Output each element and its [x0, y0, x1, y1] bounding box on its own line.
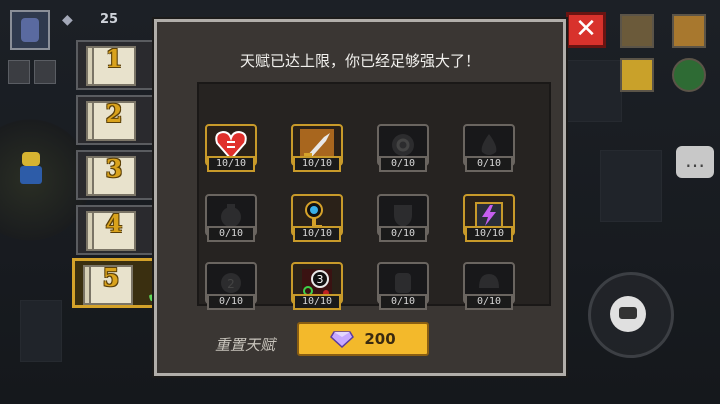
- chest-icon[interactable]: [620, 14, 654, 48]
- cat-icon[interactable]: [672, 14, 706, 48]
- chat-bubble-icon[interactable]: …: [676, 146, 714, 178]
- talent-slot[interactable]: 10/10: [291, 194, 343, 246]
- player-avatar[interactable]: [10, 10, 50, 50]
- talent-slot[interactable]: 0/10: [377, 194, 429, 246]
- talent-slot[interactable]: 0/10: [377, 124, 429, 176]
- close-button[interactable]: ✕: [566, 12, 606, 48]
- lion-icon[interactable]: [620, 58, 654, 92]
- talent-level: 0/10: [379, 294, 427, 310]
- talent-slot[interactable]: 0/10: [463, 124, 515, 176]
- svg-text:3: 3: [317, 273, 324, 286]
- talent-slot[interactable]: 0/10: [463, 262, 515, 314]
- hero-sprite: [14, 148, 48, 188]
- talent-slot[interactable]: 10/10: [291, 124, 343, 176]
- tab-label: 5: [102, 263, 120, 292]
- talent-slot[interactable]: 0/10: [205, 194, 257, 246]
- gem-count: 25: [100, 12, 119, 27]
- talent-level: 0/10: [207, 294, 255, 310]
- talent-slot[interactable]: 0/10: [377, 262, 429, 314]
- reset-talent-button[interactable]: 200: [297, 322, 429, 356]
- talent-level: 0/10: [465, 156, 513, 172]
- gem-icon: [330, 331, 355, 348]
- tab-label: 1: [105, 44, 123, 73]
- tab-label: 3: [105, 154, 123, 183]
- talent-level: 0/10: [379, 156, 427, 172]
- buff-icon: [8, 60, 30, 84]
- talent-tab-1[interactable]: 1: [76, 40, 156, 90]
- gem-icon: ◆: [62, 12, 73, 28]
- talent-tab-5[interactable]: 5 ✔: [72, 258, 165, 309]
- panel-title: 天赋已达上限，你已经足够强大了！: [239, 52, 480, 70]
- talent-slot[interactable]: 2 0/10: [205, 262, 257, 314]
- talent-tab-2[interactable]: 2: [76, 95, 156, 145]
- talent-level: 10/10: [465, 226, 513, 242]
- tab-label: 4: [105, 209, 123, 238]
- pet-icon: [34, 60, 56, 84]
- talent-level: 0/10: [379, 226, 427, 242]
- action-button[interactable]: [610, 296, 646, 332]
- talent-slot[interactable]: 3 10/10: [291, 262, 343, 314]
- talent-level: 10/10: [293, 156, 341, 172]
- talent-panel: 天赋已达上限，你已经足够强大了！ 10/10 10/10 0/10 0/10 0…: [154, 19, 566, 376]
- settings-icon[interactable]: [672, 58, 706, 92]
- talent-tab-4[interactable]: 4: [76, 205, 156, 255]
- talent-grid: 10/10 10/10 0/10 0/10 0/10 10/10 0/10 10…: [197, 82, 551, 310]
- talent-slot[interactable]: 10/10: [463, 194, 515, 246]
- talent-slot[interactable]: 10/10: [205, 124, 257, 176]
- talent-level: 10/10: [293, 294, 341, 310]
- talent-level: 10/10: [207, 156, 255, 172]
- talent-level: 0/10: [465, 294, 513, 310]
- svg-text:2: 2: [227, 277, 235, 291]
- talent-level: 0/10: [207, 226, 255, 242]
- tab-label: 2: [105, 99, 123, 128]
- reset-cost: 200: [364, 330, 396, 348]
- talent-tab-3[interactable]: 3: [76, 150, 156, 200]
- reset-label: 重置天赋: [215, 336, 276, 354]
- talent-level: 10/10: [293, 226, 341, 242]
